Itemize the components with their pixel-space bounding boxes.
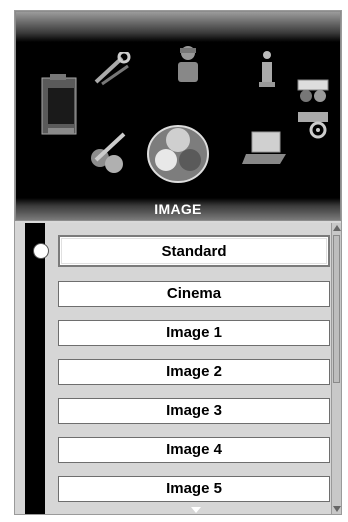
option-cinema[interactable]: Cinema <box>58 281 330 307</box>
color-adjust-icon[interactable] <box>88 130 130 174</box>
laptop-icon[interactable] <box>242 130 288 166</box>
scroll-thumb[interactable] <box>333 235 340 383</box>
person-icon[interactable] <box>173 44 203 84</box>
projector-icon[interactable] <box>296 76 332 104</box>
caption-bar: IMAGE <box>16 198 340 220</box>
option-standard[interactable]: Standard <box>58 235 330 267</box>
selected-radio-indicator <box>33 243 49 259</box>
option-image-5[interactable]: Image 5 <box>58 476 330 502</box>
menu-window: IMAGE Standard Cinema Image 1 Image 2 Im… <box>14 10 342 515</box>
option-image-2[interactable]: Image 2 <box>58 359 330 385</box>
wrench-icon[interactable] <box>92 52 132 86</box>
panel-sheen <box>16 12 340 42</box>
screen-settings-icon[interactable] <box>296 110 332 140</box>
icon-menu-panel: IMAGE <box>15 11 341 221</box>
scroll-up-arrow-icon[interactable] <box>333 225 341 231</box>
menu-title: IMAGE <box>154 201 202 217</box>
scroll-down-arrow-icon[interactable] <box>333 506 341 512</box>
more-items-arrow-icon <box>191 507 201 513</box>
option-image-3[interactable]: Image 3 <box>58 398 330 424</box>
option-image-1[interactable]: Image 1 <box>58 320 330 346</box>
scrollbar[interactable] <box>331 223 341 514</box>
info-icon[interactable] <box>256 50 278 90</box>
image-spheres-icon[interactable] <box>146 118 210 184</box>
option-image-4[interactable]: Image 4 <box>58 437 330 463</box>
option-list: Standard Cinema Image 1 Image 2 Image 3 … <box>15 223 341 514</box>
selection-strip <box>25 223 49 514</box>
display-icon[interactable] <box>40 74 82 140</box>
